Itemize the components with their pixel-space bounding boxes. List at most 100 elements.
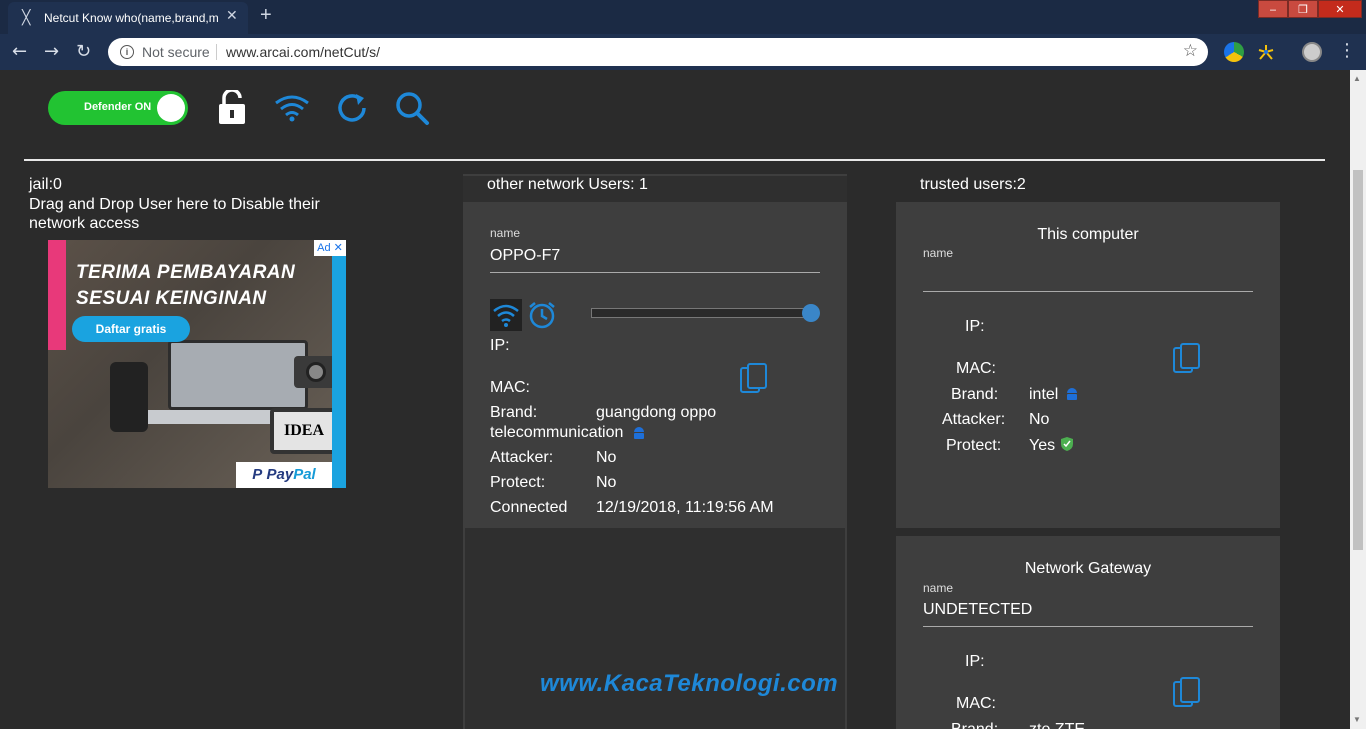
- name-label: name: [923, 246, 954, 260]
- attacker-value: No: [596, 449, 617, 466]
- card-heading: This computer: [1037, 226, 1139, 243]
- connected-label: Connected: [490, 499, 568, 516]
- brand-value: intel: [1029, 386, 1059, 403]
- card-heading: Network Gateway: [1024, 560, 1152, 577]
- brand-label: Brand:: [951, 721, 998, 729]
- name-underline: [923, 291, 1253, 292]
- brand-label: Brand:: [490, 404, 538, 421]
- protect-value: Yes: [1029, 437, 1056, 454]
- netcut-favicon-icon: ╳: [22, 10, 31, 26]
- defender-label: Defender ON: [84, 101, 152, 113]
- trusted-card-gateway[interactable]: Network Gateway name UNDETECTED IP: MAC:…: [896, 536, 1280, 729]
- window-controls: ‒ ❐ ✕: [1258, 0, 1362, 18]
- watermark-text: www.KacaTeknologi.com: [540, 670, 839, 697]
- ad-signup-button[interactable]: Daftar gratis: [72, 316, 190, 342]
- wifi-status-button[interactable]: [490, 299, 522, 331]
- trusted-card-this-computer[interactable]: This computer name IP: MAC: Brand: intel…: [896, 202, 1280, 528]
- defender-toggle[interactable]: Defender ON: [48, 91, 188, 125]
- brand-value-line1: guangdong oppo: [596, 404, 717, 421]
- ip-label: IP:: [965, 653, 985, 670]
- protect-label: Protect:: [946, 437, 1002, 454]
- mac-label: MAC:: [956, 695, 996, 712]
- tab-close-icon[interactable]: ✕: [226, 8, 238, 24]
- connected-value: 12/19/2018, 11:19:56 AM: [596, 499, 774, 516]
- ip-label: IP:: [490, 337, 510, 354]
- maximize-button[interactable]: ❐: [1288, 0, 1318, 18]
- bookmark-star-icon[interactable]: ☆: [1183, 41, 1198, 61]
- copy-icon[interactable]: [1172, 676, 1202, 710]
- other-users-dropzone[interactable]: [463, 528, 847, 729]
- mac-label: MAC:: [490, 379, 530, 396]
- tab-title: Netcut Know who(name,brand,m: [44, 11, 219, 25]
- ad-headline: TERIMA PEMBAYARAN SESUAI KEINGINAN: [76, 262, 296, 309]
- divider: [24, 159, 1325, 161]
- trusted-users-title: trusted users:2: [920, 176, 1026, 193]
- browser-tab-strip: ╳ Netcut Know who(name,brand,m ✕ + ‒ ❐ ✕: [0, 0, 1366, 34]
- info-icon[interactable]: i: [120, 45, 134, 59]
- advertisement-banner[interactable]: IDEA TERIMA PEMBAYARAN SESUAI KEINGINAN …: [48, 240, 346, 488]
- profile-avatar[interactable]: [1302, 42, 1322, 62]
- ad-pink-stripe: [48, 240, 66, 350]
- url-text[interactable]: www.arcai.com/netCut/s/: [226, 44, 380, 60]
- reload-icon[interactable]: ↻: [76, 41, 91, 62]
- ad-tablet-image: IDEA: [270, 408, 338, 454]
- minimize-button[interactable]: ‒: [1258, 0, 1288, 18]
- new-tab-button[interactable]: +: [260, 4, 272, 27]
- netcut-page: Defender ON jail:0 Drag and Drop User he…: [0, 70, 1350, 729]
- attacker-value: No: [1029, 411, 1050, 428]
- search-icon[interactable]: [394, 90, 430, 126]
- attacker-label: Attacker:: [490, 449, 554, 466]
- scroll-thumb[interactable]: [1353, 170, 1363, 550]
- browser-tab[interactable]: ╳ Netcut Know who(name,brand,m ✕: [8, 2, 248, 34]
- page-scrollbar[interactable]: ▲ ▼: [1350, 70, 1366, 729]
- name-underline: [490, 272, 820, 273]
- forward-arrow-icon[interactable]: →: [44, 41, 59, 62]
- protect-label: Protect:: [490, 474, 546, 491]
- close-window-button[interactable]: ✕: [1318, 0, 1362, 18]
- security-label: Not secure: [142, 44, 210, 60]
- scroll-up-icon[interactable]: ▲: [1353, 74, 1361, 83]
- browser-toolbar: ← → ↻ i Not secure www.arcai.com/netCut/…: [0, 34, 1366, 70]
- ad-blue-stripe: [332, 240, 346, 488]
- ip-label: IP:: [965, 318, 985, 335]
- protect-value: No: [596, 474, 617, 491]
- refresh-icon[interactable]: [334, 90, 370, 126]
- omnibox-divider: [216, 44, 217, 60]
- shield-check-icon: [1061, 437, 1073, 451]
- copy-icon[interactable]: [1172, 342, 1202, 376]
- back-arrow-icon[interactable]: ←: [12, 41, 27, 62]
- brand-value: zte ZTE: [1029, 721, 1085, 729]
- brand-label: Brand:: [951, 386, 999, 403]
- device-name[interactable]: OPPO-F7: [490, 247, 560, 265]
- brand-value-line2: telecommunication: [490, 424, 624, 441]
- android-icon: [1067, 388, 1077, 400]
- extension-tripod-icon[interactable]: [1256, 42, 1276, 62]
- menu-dots-icon[interactable]: ⋮: [1338, 40, 1356, 61]
- address-bar[interactable]: i Not secure www.arcai.com/netCut/s/ ☆: [108, 38, 1208, 66]
- android-icon: [634, 427, 644, 439]
- name-label: name: [490, 226, 521, 240]
- attacker-label: Attacker:: [942, 411, 1006, 428]
- paypal-logo: P PayPal: [236, 462, 332, 488]
- gateway-name[interactable]: UNDETECTED: [923, 601, 1032, 619]
- extension-globe-icon[interactable]: [1224, 42, 1244, 62]
- wifi-icon[interactable]: [274, 94, 310, 122]
- scroll-down-icon[interactable]: ▼: [1353, 715, 1361, 724]
- user-card-oppo[interactable]: name OPPO-F7 IP: MAC: Brand: guangdong o…: [463, 202, 847, 528]
- defender-toggle-knob: [157, 94, 185, 122]
- alarm-clock-icon[interactable]: [527, 300, 557, 330]
- other-users-title: other network Users: 1: [487, 176, 648, 193]
- wifi-icon: [493, 304, 519, 327]
- copy-icon[interactable]: [739, 362, 769, 396]
- jail-description: Drag and Drop User here to Disable their…: [29, 196, 320, 232]
- speed-slider-handle[interactable]: [802, 304, 820, 322]
- ad-phone-image: [110, 362, 148, 432]
- jail-count: jail:0: [29, 176, 62, 193]
- mac-label: MAC:: [956, 360, 996, 377]
- lock-open-icon[interactable]: [218, 90, 246, 126]
- name-underline: [923, 626, 1253, 627]
- name-label: name: [923, 581, 954, 595]
- speed-slider-track[interactable]: [591, 308, 817, 318]
- ad-choices-icon[interactable]: Ad ✕: [314, 240, 346, 256]
- ad-laptop-image: [168, 340, 308, 410]
